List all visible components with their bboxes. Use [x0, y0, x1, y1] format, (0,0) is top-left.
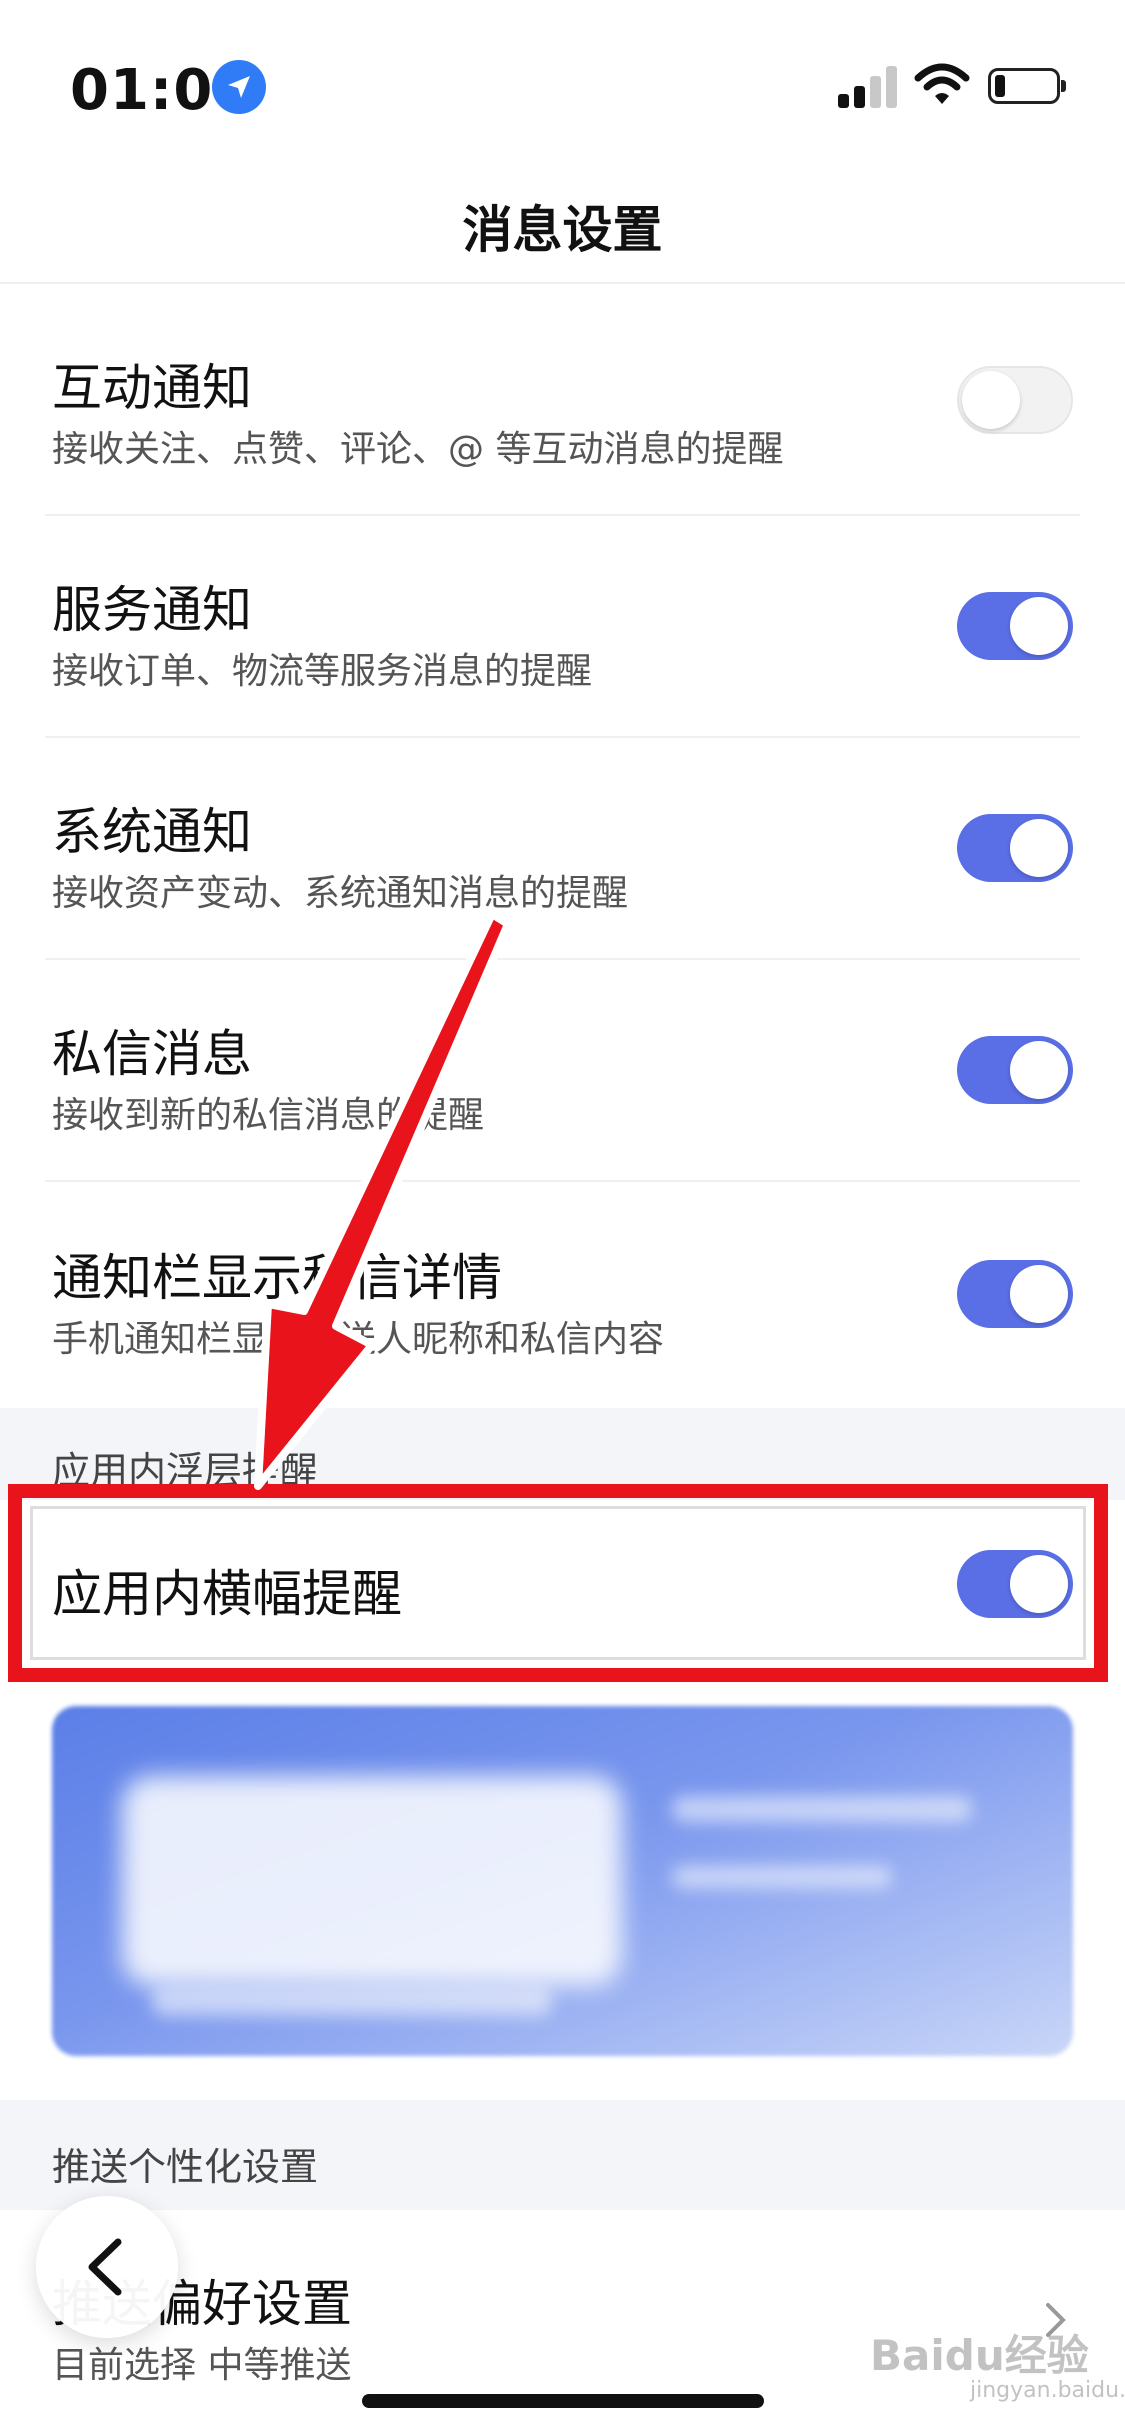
home-indicator: [362, 2394, 764, 2408]
back-button[interactable]: [36, 2196, 178, 2338]
watermark-logo: Baidu经验: [870, 2331, 1089, 2380]
watermark-url: jingyan.baidu.com: [970, 2378, 1125, 2403]
chevron-left-icon: [88, 2238, 122, 2296]
annotation-arrow-icon: [254, 910, 512, 1490]
